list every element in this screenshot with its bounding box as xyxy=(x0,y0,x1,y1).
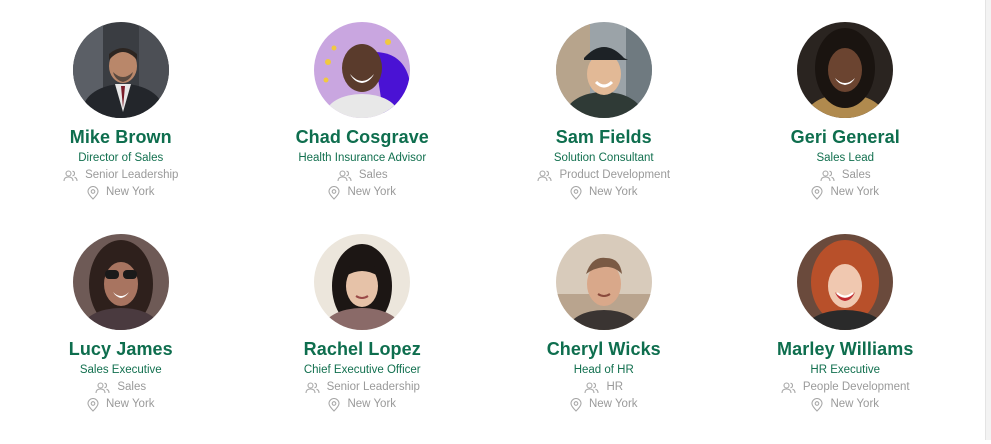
people-icon xyxy=(781,381,796,394)
person-title: Health Insurance Advisor xyxy=(298,152,427,164)
people-icon xyxy=(584,381,599,394)
department-row: Senior Leadership xyxy=(305,379,420,396)
person-location: New York xyxy=(347,186,397,198)
person-location: New York xyxy=(588,186,638,198)
person-location: New York xyxy=(588,398,638,410)
location-row: New York xyxy=(328,396,396,413)
person-department: People Development xyxy=(802,381,910,393)
person-name[interactable]: Mike Brown xyxy=(70,124,172,150)
person-title: HR Executive xyxy=(810,364,881,376)
avatar[interactable] xyxy=(797,234,894,330)
person-title: Sales Lead xyxy=(816,152,875,164)
department-row: Sales xyxy=(95,379,146,396)
person-name[interactable]: Sam Fields xyxy=(556,124,652,150)
department-row: Senior Leadership xyxy=(63,167,178,184)
department-row: Sales xyxy=(337,167,388,184)
person-card[interactable]: Cheryl Wicks Head of HR HR New York xyxy=(483,232,725,444)
map-pin-icon xyxy=(328,397,341,412)
person-title: Solution Consultant xyxy=(553,152,654,164)
location-row: New York xyxy=(570,184,638,201)
person-name[interactable]: Marley Williams xyxy=(777,336,913,362)
scrollbar-track[interactable] xyxy=(985,0,991,440)
people-icon xyxy=(820,169,835,182)
person-department: Sales xyxy=(117,381,147,393)
person-card[interactable]: Sam Fields Solution Consultant Product D… xyxy=(483,20,725,232)
person-department: Senior Leadership xyxy=(326,381,420,393)
person-location: New York xyxy=(830,398,880,410)
department-row: People Development xyxy=(781,379,910,396)
location-row: New York xyxy=(570,396,638,413)
avatar[interactable] xyxy=(314,22,411,118)
avatar[interactable] xyxy=(797,22,894,118)
person-department: Product Development xyxy=(559,169,671,181)
person-card[interactable]: Geri General Sales Lead Sales New York xyxy=(725,20,967,232)
department-row: Product Development xyxy=(537,167,670,184)
map-pin-icon xyxy=(570,185,582,200)
map-pin-icon xyxy=(811,397,824,412)
person-card[interactable]: Rachel Lopez Chief Executive Officer Sen… xyxy=(242,232,484,444)
location-row: New York xyxy=(87,184,155,201)
map-pin-icon xyxy=(811,185,824,200)
department-row: HR xyxy=(584,379,623,396)
person-name[interactable]: Geri General xyxy=(791,124,900,150)
location-row: New York xyxy=(811,396,879,413)
person-department: HR xyxy=(606,381,624,393)
avatar[interactable] xyxy=(555,22,652,118)
people-icon xyxy=(305,381,320,394)
person-card[interactable]: Mike Brown Director of Sales Senior Lead… xyxy=(0,20,242,232)
map-pin-icon xyxy=(328,185,341,200)
person-name[interactable]: Lucy James xyxy=(69,336,173,362)
location-row: New York xyxy=(811,184,879,201)
person-card[interactable]: Lucy James Sales Executive Sales New Yor… xyxy=(0,232,242,444)
person-name[interactable]: Rachel Lopez xyxy=(304,336,421,362)
people-icon xyxy=(95,381,110,394)
people-icon xyxy=(537,169,553,182)
map-pin-icon xyxy=(87,185,99,200)
person-title: Head of HR xyxy=(573,364,634,376)
people-icon xyxy=(63,169,78,182)
person-department: Sales xyxy=(358,169,388,181)
map-pin-icon xyxy=(570,397,582,412)
person-name[interactable]: Cheryl Wicks xyxy=(547,336,661,362)
person-location: New York xyxy=(105,398,155,410)
person-department: Senior Leadership xyxy=(85,169,179,181)
person-title: Sales Executive xyxy=(79,364,162,376)
avatar[interactable] xyxy=(72,234,169,330)
person-location: New York xyxy=(105,186,155,198)
avatar[interactable] xyxy=(72,22,169,118)
person-location: New York xyxy=(347,398,397,410)
avatar[interactable] xyxy=(314,234,411,330)
department-row: Sales xyxy=(820,167,871,184)
person-name[interactable]: Chad Cosgrave xyxy=(296,124,429,150)
person-title: Director of Sales xyxy=(78,152,164,164)
map-pin-icon xyxy=(87,397,99,412)
person-card[interactable]: Marley Williams HR Executive People Deve… xyxy=(725,232,967,444)
person-card[interactable]: Chad Cosgrave Health Insurance Advisor S… xyxy=(242,20,484,232)
location-row: New York xyxy=(328,184,396,201)
person-title: Chief Executive Officer xyxy=(303,364,421,376)
location-row: New York xyxy=(87,396,155,413)
people-grid: Mike Brown Director of Sales Senior Lead… xyxy=(0,20,966,444)
person-location: New York xyxy=(830,186,880,198)
person-department: Sales xyxy=(841,169,871,181)
avatar[interactable] xyxy=(555,234,652,330)
people-icon xyxy=(337,169,352,182)
